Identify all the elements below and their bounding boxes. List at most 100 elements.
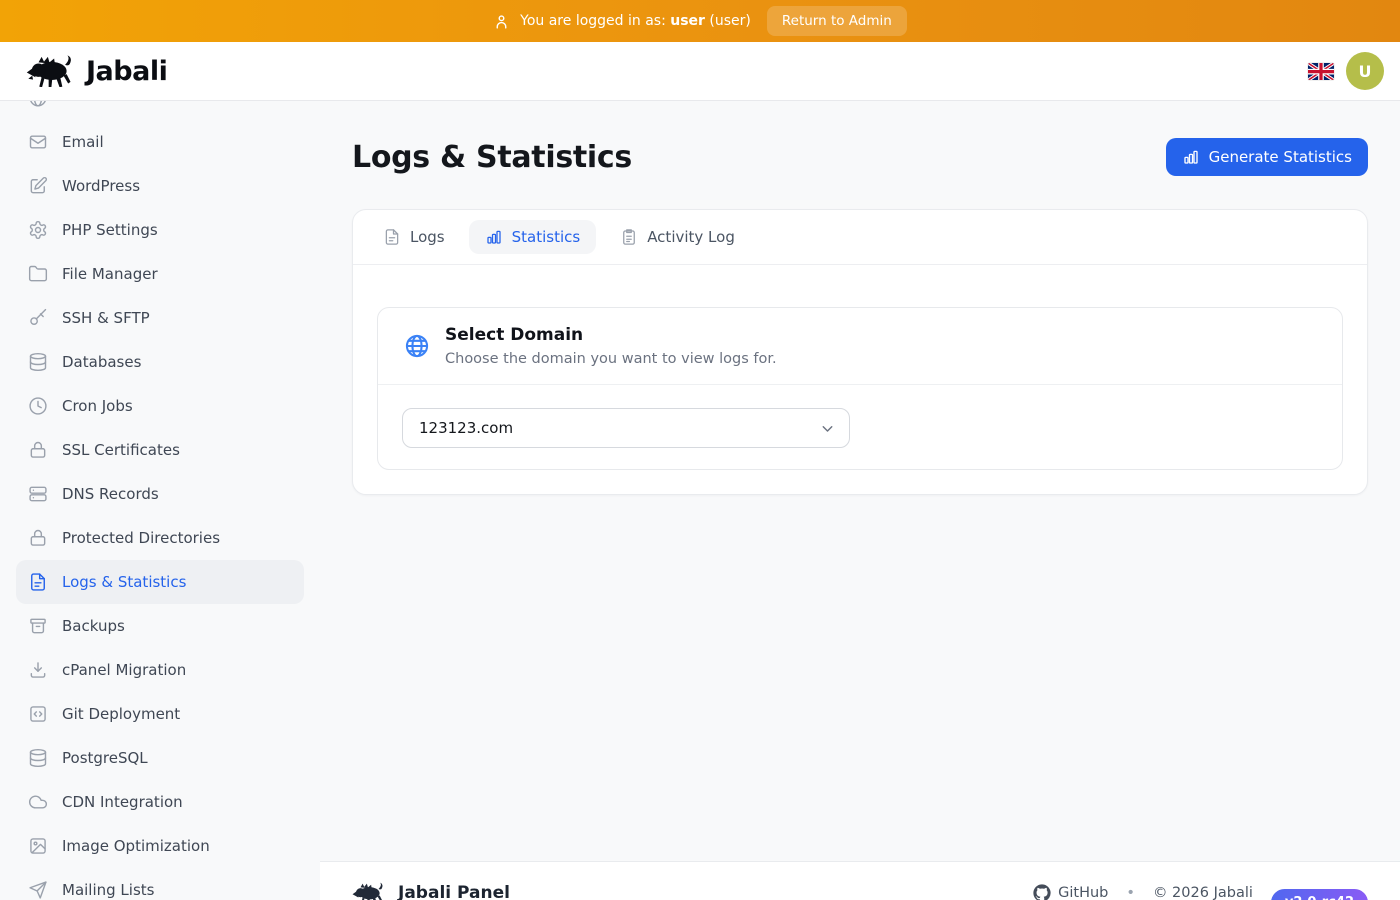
tab-label: Activity Log [647,228,735,246]
sidebar-item-label: Image Optimization [62,837,210,855]
sidebar-item-label: WordPress [62,177,140,195]
sidebar-item-git-deployment[interactable]: Git Deployment [16,692,304,736]
sidebar-item-ssl-certificates[interactable]: SSL Certificates [16,428,304,472]
database-icon [28,352,48,372]
bar-chart-icon [485,228,503,246]
sidebar-item-label: cPanel Migration [62,661,186,679]
app-header: Jabali U [0,42,1400,101]
image-icon [28,836,48,856]
sidebar-item-logs-statistics[interactable]: Logs & Statistics [16,560,304,604]
impersonation-banner: You are logged in as: user (user) Return… [0,0,1400,42]
sidebar-item-label: Backups [62,617,125,635]
sidebar-item-label: Mailing Lists [62,881,154,899]
sidebar-item-dns-records[interactable]: DNS Records [16,472,304,516]
sidebar-item-ssh-sftp[interactable]: SSH & SFTP [16,296,304,340]
send-icon [28,880,48,900]
sidebar-item-label: SSL Certificates [62,441,180,459]
generate-statistics-button[interactable]: Generate Statistics [1166,138,1368,176]
sidebar-item-cpanel-migration[interactable]: cPanel Migration [16,648,304,692]
footer-copyright: © 2026 Jabali [1153,885,1253,900]
uk-flag-icon[interactable] [1308,63,1334,80]
page-title: Logs & Statistics [352,140,632,175]
sidebar-item-backups[interactable]: Backups [16,604,304,648]
sidebar-item-email[interactable]: Email [16,120,304,164]
select-domain-subtitle: Choose the domain you want to view logs … [445,351,777,367]
sidebar-item-databases[interactable]: Databases [16,340,304,384]
return-to-admin-button[interactable]: Return to Admin [767,6,907,36]
file-text-icon [383,228,401,246]
sidebar-item-label: Databases [62,353,141,371]
globe-icon [404,333,430,359]
brand-name: Jabali [86,56,167,87]
archive-icon [28,616,48,636]
cloud-icon [28,792,48,812]
edit-icon [28,176,48,196]
gear-icon [28,220,48,240]
sidebar-item-protected-directories[interactable]: Protected Directories [16,516,304,560]
user-avatar[interactable]: U [1346,52,1384,90]
globe-icon [28,101,48,108]
logged-in-role: (user) [709,13,750,29]
tab-label: Logs [410,228,445,246]
sidebar-item-cron-jobs[interactable]: Cron Jobs [16,384,304,428]
sidebar-item-label: CDN Integration [62,793,183,811]
key-icon [28,308,48,328]
sidebar-item-postgresql[interactable]: PostgreSQL [16,736,304,780]
sidebar: Email WordPress PHP Settings File Manager SS… [0,101,320,900]
select-domain-title: Select Domain [445,325,777,345]
sidebar-item-label: Protected Directories [62,529,220,547]
clock-icon [28,396,48,416]
sidebar-item-mailing-lists[interactable]: Mailing Lists [16,868,304,900]
sidebar-item-label: DNS Records [62,485,159,503]
footer-brand: Jabali Panel [398,883,510,900]
chevron-down-icon [819,420,836,437]
logs-card: Logs Statistics Activity Log Select Domain… [352,209,1368,495]
domain-select-value: 123123.com [419,419,513,437]
sidebar-item-label: Git Deployment [62,705,180,723]
sidebar-item-label: PHP Settings [62,221,158,239]
file-text-icon [28,572,48,592]
tab-activity-log[interactable]: Activity Log [604,220,751,254]
server-icon [28,484,48,504]
sidebar-item-partial[interactable] [16,101,304,120]
github-link[interactable]: GitHub [1033,884,1108,900]
code-icon [28,704,48,724]
tabs: Logs Statistics Activity Log [353,210,1367,265]
tab-logs[interactable]: Logs [367,220,461,254]
logged-in-message: You are logged in as: user (user) [493,13,751,30]
logged-in-prefix: You are logged in as: [520,13,666,29]
sidebar-item-label: Logs & Statistics [62,573,186,591]
version-badge[interactable]: v2.0-rc42 [1271,889,1368,900]
sidebar-item-cdn-integration[interactable]: CDN Integration [16,780,304,824]
brand[interactable]: Jabali [26,53,167,89]
sidebar-item-wordpress[interactable]: WordPress [16,164,304,208]
footer: Jabali Panel GitHub • © 2026 Jabali v2.0… [320,861,1400,900]
sidebar-nav: Email WordPress PHP Settings File Manager SS… [16,101,304,900]
github-label: GitHub [1058,885,1108,900]
select-domain-card: Select Domain Choose the domain you want… [377,307,1343,470]
download-icon [28,660,48,680]
footer-separator: • [1126,885,1135,900]
sidebar-item-label: PostgreSQL [62,749,148,767]
user-icon [493,13,510,30]
main-content: Logs & Statistics Generate Statistics Lo… [320,101,1400,900]
tab-label: Statistics [512,228,581,246]
jabali-logo-icon [26,53,76,89]
sidebar-item-php-settings[interactable]: PHP Settings [16,208,304,252]
sidebar-item-label: File Manager [62,265,158,283]
sidebar-item-image-optimization[interactable]: Image Optimization [16,824,304,868]
domain-select[interactable]: 123123.com [402,408,850,448]
sidebar-item-file-manager[interactable]: File Manager [16,252,304,296]
generate-statistics-label: Generate Statistics [1209,148,1352,166]
sidebar-item-label: Cron Jobs [62,397,133,415]
footer-logo-icon [352,881,386,900]
tab-statistics[interactable]: Statistics [469,220,597,254]
folder-icon [28,264,48,284]
sidebar-item-label: Email [62,133,104,151]
clipboard-icon [620,228,638,246]
mail-icon [28,132,48,152]
sidebar-item-label: SSH & SFTP [62,309,150,327]
lock-icon [28,440,48,460]
lock-icon [28,528,48,548]
github-icon [1033,884,1051,900]
